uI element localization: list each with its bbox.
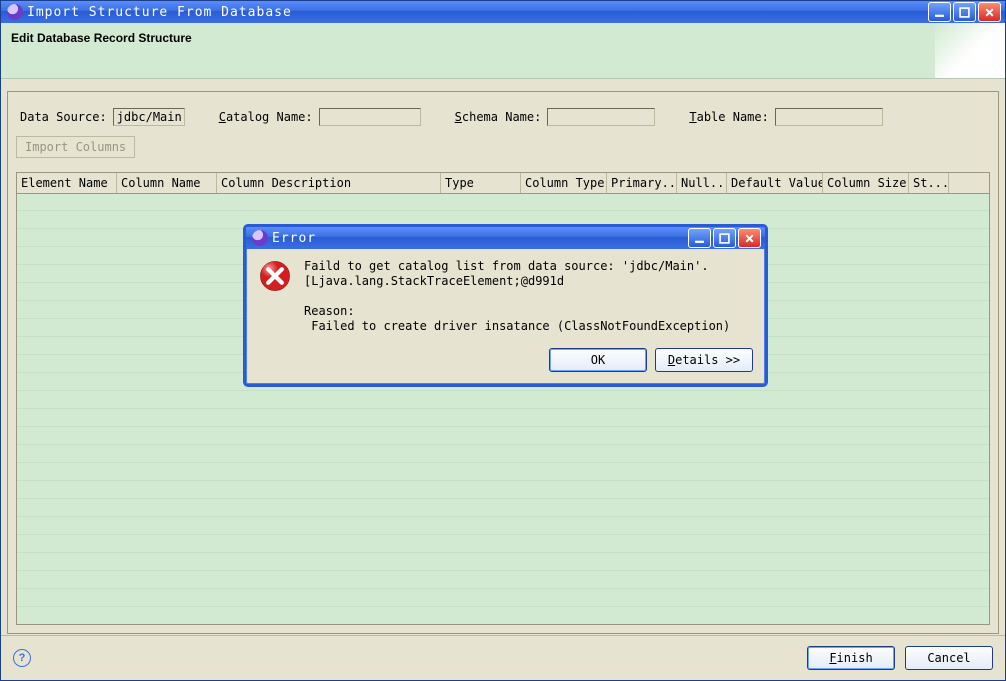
error-titlebar[interactable]: Error	[246, 227, 765, 249]
error-message: Faild to get catalog list from data sour…	[304, 259, 730, 334]
error-close-button[interactable]	[738, 228, 761, 248]
help-icon[interactable]: ?	[13, 649, 31, 667]
maximize-button[interactable]	[953, 2, 976, 22]
window-controls	[928, 2, 1001, 22]
column-header[interactable]: St...	[909, 173, 949, 193]
table-header: Element NameColumn NameColumn Descriptio…	[17, 173, 989, 194]
error-body: Faild to get catalog list from data sour…	[246, 249, 765, 340]
table-row	[17, 481, 989, 499]
schema-name-label: Schema Name:	[455, 110, 542, 124]
table-row	[17, 499, 989, 517]
minimize-button[interactable]	[928, 2, 951, 22]
table-name-label: Table Name:	[689, 110, 768, 124]
catalog-name-input[interactable]	[319, 108, 421, 126]
column-header[interactable]: Null...	[677, 173, 727, 193]
column-header[interactable]: Element Name	[17, 173, 117, 193]
error-ok-button[interactable]: OK	[549, 348, 647, 372]
window-title: Import Structure From Database	[27, 5, 928, 20]
table-name-input[interactable]	[775, 108, 883, 126]
column-header[interactable]: Type	[441, 173, 521, 193]
catalog-name-label: Catalog Name:	[219, 110, 313, 124]
wizard-header: Edit Database Record Structure	[1, 23, 1005, 79]
table-row	[17, 589, 989, 607]
table-row	[17, 517, 989, 535]
schema-name-input[interactable]	[547, 108, 655, 126]
import-columns-button[interactable]: Import Columns	[16, 136, 135, 158]
close-button[interactable]	[978, 2, 1001, 22]
data-source-label: Data Source:	[20, 110, 107, 124]
table-row	[17, 535, 989, 553]
column-header[interactable]: Column Type	[521, 173, 607, 193]
error-icon	[258, 259, 292, 293]
table-row	[17, 553, 989, 571]
table-row	[17, 463, 989, 481]
page-title: Edit Database Record Structure	[11, 31, 192, 45]
column-header[interactable]: Column Name	[117, 173, 217, 193]
data-source-input[interactable]	[113, 108, 185, 126]
table-row	[17, 445, 989, 463]
column-header[interactable]: Column Description	[217, 173, 441, 193]
header-decoration	[935, 23, 1005, 78]
table-row	[17, 571, 989, 589]
error-details-button[interactable]: Details >>	[655, 348, 753, 372]
finish-button[interactable]: Finish	[807, 646, 895, 670]
column-header[interactable]: Column Size	[823, 173, 909, 193]
eclipse-icon	[252, 230, 268, 246]
column-header[interactable]: Primary...	[607, 173, 677, 193]
table-row	[17, 193, 989, 211]
window-titlebar[interactable]: Import Structure From Database	[1, 1, 1005, 23]
error-minimize-button[interactable]	[688, 228, 711, 248]
cancel-button[interactable]: Cancel	[905, 646, 993, 670]
error-button-bar: OK Details >>	[246, 340, 765, 384]
error-title: Error	[272, 231, 688, 246]
error-window-controls	[688, 228, 761, 248]
error-maximize-button[interactable]	[713, 228, 736, 248]
table-row	[17, 409, 989, 427]
column-header[interactable]: Default Value	[727, 173, 823, 193]
table-row	[17, 391, 989, 409]
error-dialog: Error Faild to get catalog list from dat…	[243, 224, 768, 387]
table-row	[17, 427, 989, 445]
connection-form-row: Data Source: Catalog Name: Schema Name: …	[16, 108, 992, 126]
wizard-button-bar: ? Finish Cancel	[1, 635, 1005, 680]
eclipse-icon	[7, 4, 23, 20]
